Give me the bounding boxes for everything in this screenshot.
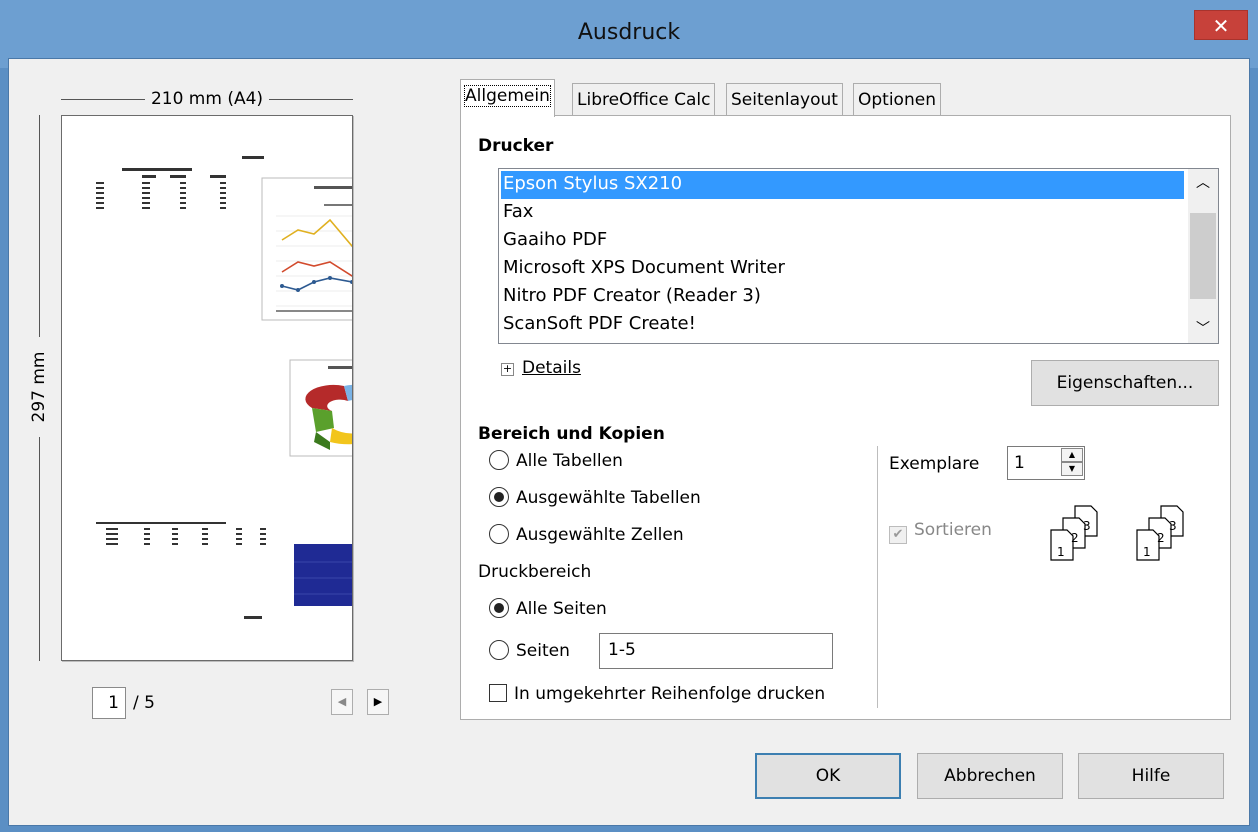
svg-text:1: 1: [1143, 545, 1151, 559]
decrement-icon[interactable]: ▼: [1061, 462, 1083, 476]
scroll-up-icon[interactable]: ︿: [1188, 169, 1218, 197]
svg-text:3: 3: [1169, 519, 1177, 533]
page-height-dimension: 297 mm: [29, 115, 49, 661]
plus-icon: +: [501, 362, 514, 376]
radio-button-icon: [489, 487, 509, 507]
radio-selected-sheets[interactable]: Ausgewählte Tabellen: [489, 487, 701, 515]
dialog-title: Ausdruck: [577, 20, 681, 45]
help-button[interactable]: Hilfe: [1078, 753, 1224, 799]
checkbox-icon: [489, 684, 507, 702]
scroll-down-icon[interactable]: ﹀: [1188, 315, 1218, 343]
printer-list-item[interactable]: Nitro PDF Creator (Reader 3): [501, 283, 1184, 311]
preview-thumbnail: [96, 156, 352, 619]
page-width-dimension: 210 mm (A4): [61, 89, 353, 109]
close-button[interactable]: ✕: [1194, 10, 1248, 40]
tab-seitenlayout[interactable]: Seitenlayout: [726, 83, 843, 117]
print-dialog-window: Ausdruck ✕ 210 mm (A4) 297 mm 1 / 5 ◀ ▶ …: [0, 0, 1258, 832]
svg-text:2: 2: [1071, 531, 1079, 545]
tab-optionen[interactable]: Optionen: [853, 83, 941, 117]
printer-list-item[interactable]: Gaaiho PDF: [501, 227, 1184, 255]
uncollated-copies-icon: 3 2 1: [1136, 505, 1184, 561]
tab-allgemein[interactable]: Allgemein: [460, 79, 555, 117]
increment-icon[interactable]: ▲: [1061, 448, 1083, 462]
scrollbar-thumb[interactable]: [1190, 213, 1216, 299]
svg-text:3: 3: [1083, 519, 1091, 533]
previous-page-button[interactable]: ◀: [331, 689, 353, 715]
print-range-title: Druckbereich: [478, 562, 592, 582]
page-number-input[interactable]: 1: [92, 687, 126, 719]
dialog-client-area: 210 mm (A4) 297 mm 1 / 5 ◀ ▶ Allgemein L…: [8, 58, 1250, 826]
print-preview-page: [61, 115, 353, 661]
radio-button-icon: [489, 524, 509, 544]
details-label: Details: [522, 358, 581, 378]
radio-selected-cells[interactable]: Ausgewählte Zellen: [489, 524, 684, 552]
vertical-separator: [877, 446, 878, 708]
tab-libreoffice-calc[interactable]: LibreOffice Calc: [572, 83, 716, 117]
printer-list[interactable]: Epson Stylus SX210 Fax Gaaiho PDF Micros…: [498, 168, 1219, 344]
radio-button-icon: [489, 598, 509, 618]
printer-list-item[interactable]: Epson Stylus SX210: [501, 171, 1184, 199]
printer-list-item[interactable]: Fax: [501, 199, 1184, 227]
next-page-button[interactable]: ▶: [367, 689, 389, 715]
printer-list-item[interactable]: ScanSoft PDF Create!: [501, 311, 1184, 339]
page-total-label: / 5: [133, 693, 155, 713]
range-section-title: Bereich und Kopien: [478, 424, 665, 444]
checkbox-checked-icon: ✔: [889, 526, 907, 544]
cancel-button[interactable]: Abbrechen: [917, 753, 1063, 799]
page-width-label: 210 mm (A4): [144, 89, 270, 109]
collated-copies-icon: 3 2 1: [1050, 505, 1098, 561]
svg-text:1: 1: [1057, 545, 1065, 559]
tab-panel-allgemein: Drucker Epson Stylus SX210 Fax Gaaiho PD…: [460, 115, 1231, 720]
printer-section-title: Drucker: [478, 136, 554, 156]
radio-button-icon: [489, 450, 509, 470]
copies-label: Exemplare: [889, 454, 980, 474]
ok-button[interactable]: OK: [755, 753, 901, 799]
properties-button[interactable]: Eigenschaften...: [1031, 360, 1219, 406]
pages-input[interactable]: 1-5: [599, 633, 833, 669]
svg-text:2: 2: [1157, 531, 1165, 545]
details-expander[interactable]: + Details: [501, 358, 581, 378]
radio-pages[interactable]: Seiten: [489, 640, 570, 668]
radio-all-sheets[interactable]: Alle Tabellen: [489, 450, 623, 478]
page-height-label: 297 mm: [29, 337, 49, 437]
printer-list-item[interactable]: Microsoft XPS Document Writer: [501, 255, 1184, 283]
printer-list-scrollbar[interactable]: ︿ ﹀: [1188, 169, 1218, 343]
collate-checkbox[interactable]: ✔ Sortieren: [889, 520, 992, 548]
radio-button-icon: [489, 640, 509, 660]
radio-all-pages[interactable]: Alle Seiten: [489, 598, 607, 626]
copies-stepper[interactable]: 1 ▲ ▼: [1007, 446, 1085, 480]
reverse-order-checkbox[interactable]: In umgekehrter Reihenfolge drucken: [489, 684, 825, 712]
